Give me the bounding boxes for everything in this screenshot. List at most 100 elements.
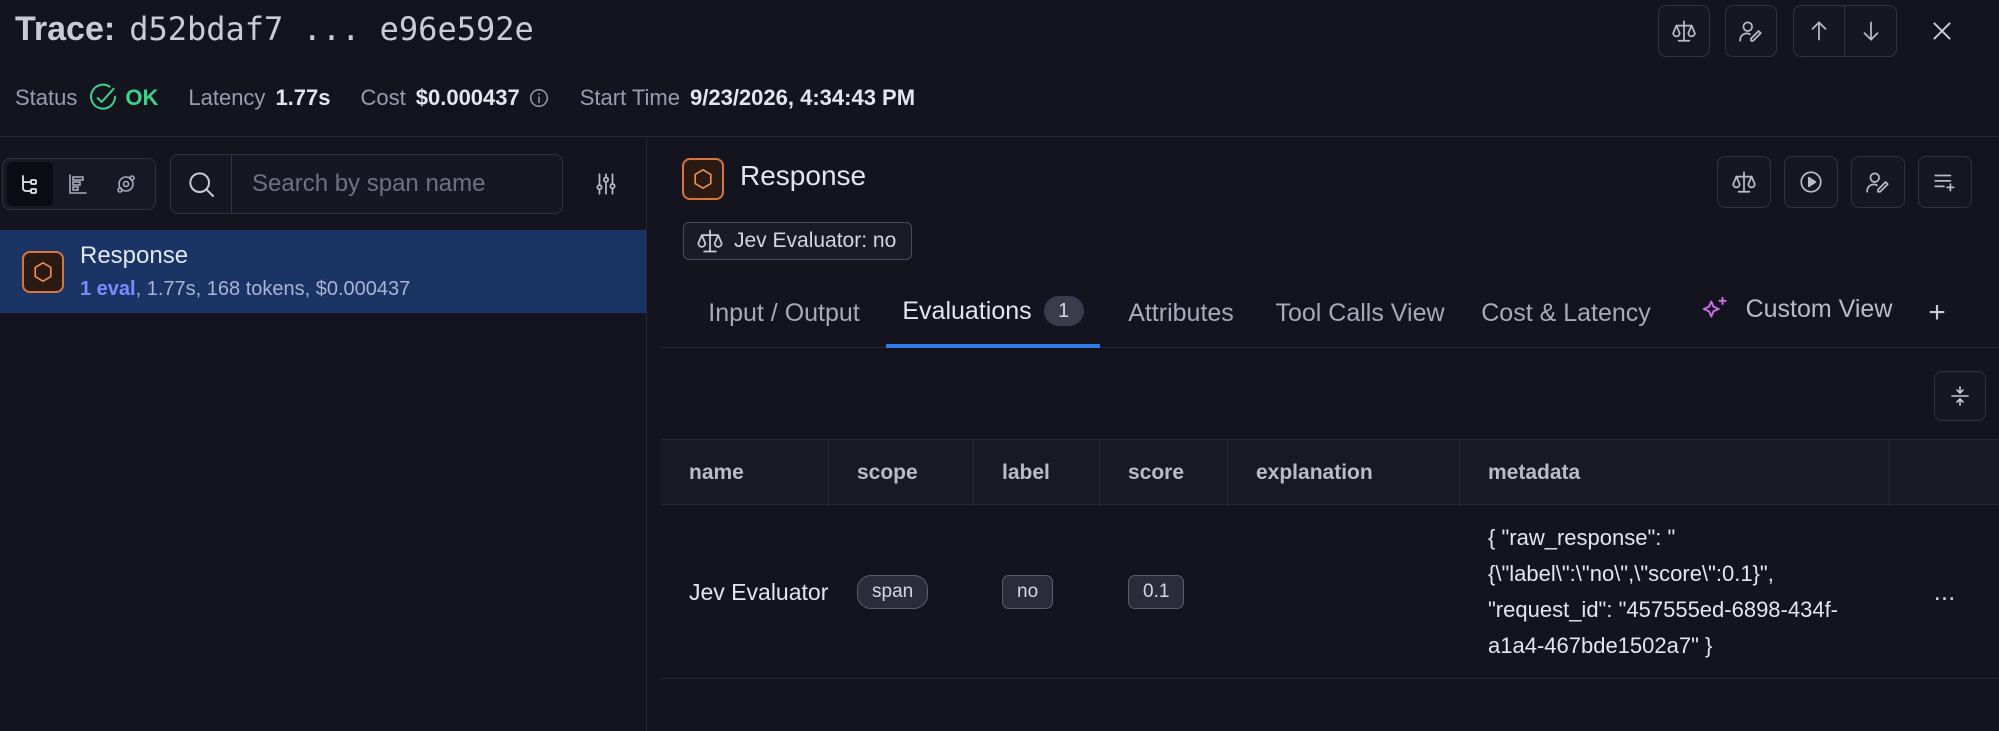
column-header-actions: [1890, 440, 1999, 506]
info-icon[interactable]: [528, 87, 550, 109]
tree-view-icon: [22, 175, 37, 194]
search-icon-wrap: [171, 155, 232, 213]
cell-actions: ...: [1890, 505, 1999, 678]
eval-summary-text: Jev Evaluator: no: [734, 229, 897, 252]
filter-sliders-icon: [596, 173, 616, 195]
arrow-down-icon: [1863, 21, 1878, 41]
span-search: [170, 154, 563, 214]
collapse-button[interactable]: [1934, 371, 1986, 421]
next-button[interactable]: [1845, 6, 1896, 56]
previous-button[interactable]: [1794, 6, 1846, 56]
evaluate-span-button[interactable]: [1717, 156, 1771, 208]
column-header[interactable]: metadata: [1460, 440, 1890, 506]
add-tab-button[interactable]: +: [1922, 278, 1952, 348]
column-header[interactable]: explanation: [1228, 440, 1460, 506]
cell-explanation: [1228, 505, 1460, 678]
graph-view-icon: [117, 175, 135, 193]
span-detail-pane: Response Jev Evaluator: no Input / Outpu…: [660, 138, 1999, 731]
annotate-user-icon: [1866, 172, 1889, 193]
scale-icon: [697, 229, 723, 253]
cell-name: Jev Evaluator: [689, 578, 829, 605]
column-header[interactable]: name: [661, 440, 829, 506]
tab-label: Tool Calls View: [1275, 298, 1445, 327]
tab-attributes[interactable]: Attributes: [1116, 278, 1246, 348]
tab-label: Input / Output: [708, 298, 860, 327]
span-tree-pane: Response 1 eval, 1.77s, 168 tokens, $0.0…: [0, 138, 647, 731]
table-header: name scope label score explanation metad…: [661, 439, 1999, 506]
cost-item: Cost $0.000437: [361, 85, 550, 111]
trace-title: Trace: d52bdaf7 ... e96e592e: [15, 10, 534, 49]
cell-scope: span: [829, 505, 974, 678]
start-time-label: Start Time: [579, 85, 680, 110]
tab-label: Custom View: [1745, 294, 1893, 323]
span-title: Response: [740, 160, 867, 191]
scope-pill: span: [857, 574, 929, 609]
trace-header: Trace: d52bdaf7 ... e96e592e Status OK L…: [0, 0, 1999, 137]
close-button[interactable]: [1920, 5, 1964, 57]
span-summary: 1 eval, 1.77s, 168 tokens, $0.000437: [80, 278, 410, 301]
cell-score: 0.1: [1100, 505, 1228, 678]
annotate-button[interactable]: [1725, 5, 1777, 57]
tab-tool-calls-view[interactable]: Tool Calls View: [1265, 278, 1455, 348]
annotate-span-button[interactable]: [1851, 156, 1905, 208]
evaluate-trace-button[interactable]: [1658, 5, 1710, 57]
trace-id: d52bdaf7 ... e96e592e: [129, 10, 534, 48]
latency-value: 1.77s: [275, 85, 331, 110]
tab-label: Cost & Latency: [1481, 298, 1651, 327]
span-row-response[interactable]: Response 1 eval, 1.77s, 168 tokens, $0.0…: [0, 230, 646, 313]
custom-view-sparkle-icon: [1702, 296, 1727, 318]
status-value: OK: [125, 85, 159, 110]
tab-count-badge: 1: [1043, 296, 1084, 326]
playground-button[interactable]: [1784, 156, 1838, 208]
timeline-view-button[interactable]: [55, 162, 101, 206]
tree-view-button[interactable]: [7, 162, 53, 206]
cost-value: $0.000437: [415, 85, 520, 110]
search-input[interactable]: [232, 170, 562, 198]
view-mode-toggle: [2, 158, 156, 210]
close-icon: [1933, 22, 1951, 40]
eval-summary-badge[interactable]: Jev Evaluator: no: [683, 222, 913, 260]
span-tabs: Input / Output Evaluations 1 Attributes T…: [660, 278, 1999, 348]
tab-label: Attributes: [1128, 298, 1234, 327]
status-item: Status OK: [15, 82, 158, 114]
cost-label: Cost: [360, 85, 406, 110]
column-header[interactable]: score: [1100, 440, 1228, 506]
graph-view-button[interactable]: [103, 162, 149, 206]
tab-input-output[interactable]: Input / Output: [684, 278, 884, 348]
scale-icon: [1732, 171, 1756, 193]
filter-button[interactable]: [588, 164, 624, 204]
row-more-button[interactable]: ...: [1905, 576, 1985, 607]
add-to-dataset-button[interactable]: [1918, 156, 1972, 208]
tab-evaluations[interactable]: Evaluations 1: [886, 278, 1100, 348]
start-time-item: Start Time 9/23/2026, 4:34:43 PM: [580, 85, 915, 111]
tab-label: Evaluations: [902, 296, 1032, 325]
collapse-icon: [1951, 386, 1969, 406]
label-pill: no: [1002, 574, 1054, 609]
span-row-text: Response 1 eval, 1.77s, 168 tokens, $0.0…: [80, 242, 410, 301]
table-row: Jev Evaluator span no 0.1 { "raw_respons…: [661, 505, 1999, 679]
column-header[interactable]: scope: [829, 440, 974, 506]
span-kind-badge: [22, 250, 64, 293]
metadata-text: { "raw_response": "{\"label\":\"no\",\"s…: [1488, 524, 1839, 658]
span-details: , 1.77s, 168 tokens, $0.000437: [135, 278, 411, 300]
play-icon: [1800, 171, 1822, 193]
timeline-view-icon: [69, 174, 87, 194]
trace-title-label: Trace:: [15, 10, 116, 48]
arrow-up-icon: [1811, 21, 1827, 41]
hexagon-span-icon: [694, 169, 712, 189]
hexagon-span-icon: [34, 261, 52, 282]
list-add-icon: [1934, 174, 1955, 192]
tab-custom-view[interactable]: Custom View: [1690, 274, 1902, 344]
annotate-user-icon: [1739, 21, 1762, 42]
span-kind-badge: [682, 158, 724, 200]
column-header[interactable]: label: [974, 440, 1100, 506]
span-nav-group: [1793, 5, 1897, 57]
start-time-value: 9/23/2026, 4:34:43 PM: [690, 85, 916, 110]
status-label: Status: [15, 85, 78, 110]
evaluations-table: name scope label score explanation metad…: [661, 439, 1999, 679]
latency-label: Latency: [188, 85, 266, 110]
span-eval-count[interactable]: 1 eval: [80, 278, 136, 300]
tab-cost-latency[interactable]: Cost & Latency: [1475, 278, 1657, 348]
search-icon: [189, 172, 214, 197]
span-name: Response: [80, 242, 189, 269]
